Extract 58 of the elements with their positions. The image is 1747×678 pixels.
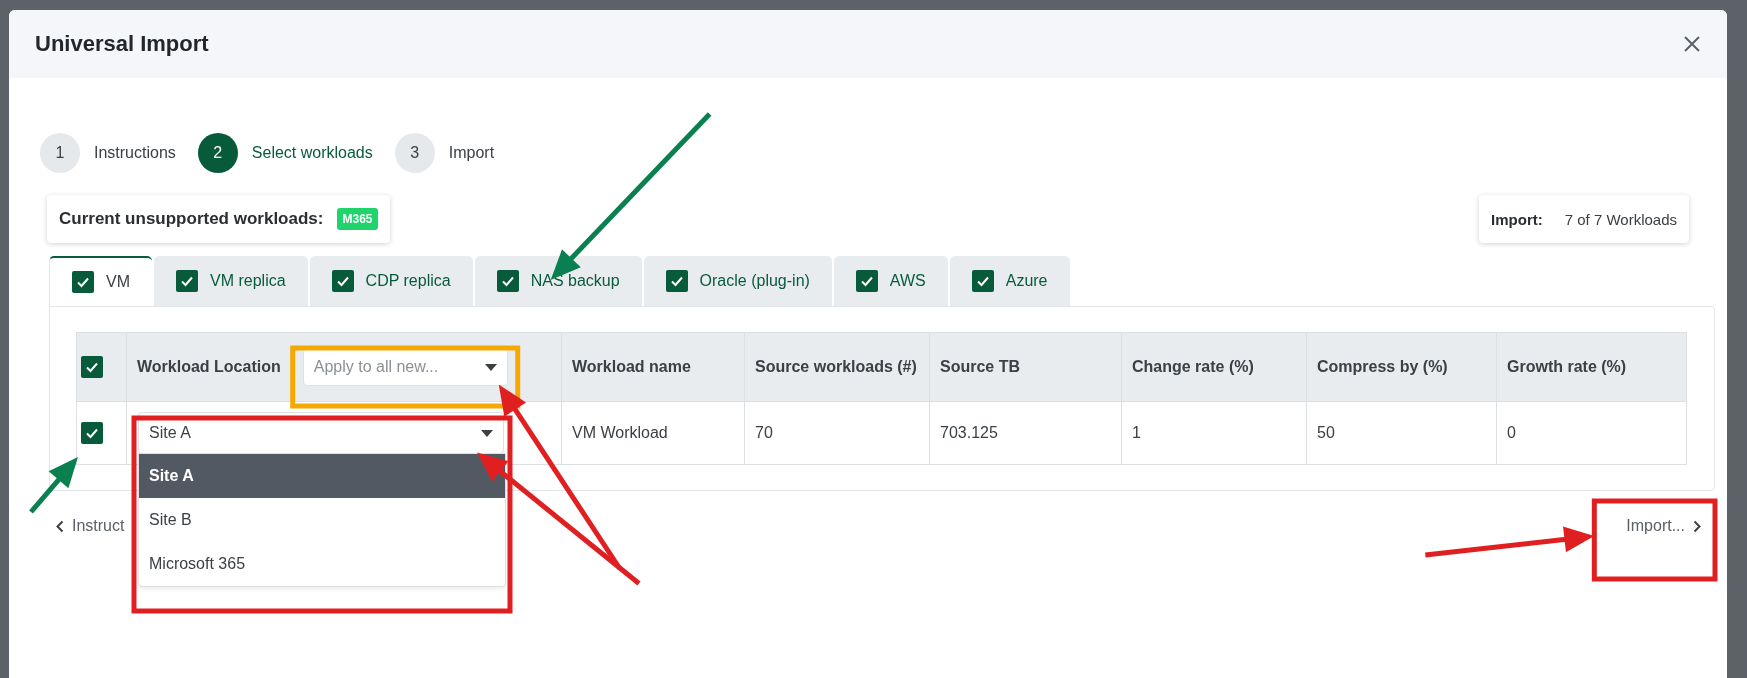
- checkbox[interactable]: [176, 270, 198, 292]
- step-label[interactable]: Import: [448, 144, 495, 162]
- tab[interactable]: VM: [49, 256, 152, 306]
- column-header: Growth rate (%): [1496, 332, 1687, 402]
- tab[interactable]: Oracle (plug-in): [643, 256, 832, 306]
- table-cell: 703.125: [929, 401, 1122, 465]
- checkbox[interactable]: [81, 356, 103, 378]
- checkbox[interactable]: [331, 270, 354, 292]
- summary-label: Import:: [1491, 210, 1543, 228]
- checkbox[interactable]: [496, 270, 519, 292]
- table-cell: 1: [1121, 401, 1307, 465]
- step-number[interactable]: 3: [394, 133, 435, 173]
- column-header: Compress by (%): [1306, 332, 1497, 402]
- chevron-right-icon: [1693, 519, 1701, 533]
- tab[interactable]: AWS: [833, 256, 948, 306]
- check-icon: [85, 426, 99, 440]
- step-number[interactable]: 2: [197, 133, 238, 173]
- tab[interactable]: CDP replica: [309, 256, 473, 306]
- tab[interactable]: Azure: [949, 256, 1070, 306]
- check-icon: [669, 274, 684, 288]
- next-link[interactable]: Import...: [1622, 511, 1705, 541]
- check-icon: [859, 274, 874, 288]
- check-icon: [180, 274, 194, 288]
- column-header: Workload Location: [137, 358, 281, 376]
- table-cell: 50: [1306, 401, 1497, 465]
- check-icon: [76, 275, 90, 289]
- table-cell: VM Workload: [561, 401, 745, 465]
- dropdown-option[interactable]: Site A: [139, 454, 505, 498]
- close-icon[interactable]: [1683, 35, 1701, 53]
- back-link[interactable]: Instruct: [52, 511, 129, 541]
- workload-tag: M365: [337, 208, 378, 230]
- summary-value: 7 of 7 Workloads: [1564, 210, 1677, 228]
- column-header: Source TB: [929, 332, 1122, 402]
- dropdown-option[interactable]: Site B: [139, 498, 505, 542]
- check-icon: [85, 360, 99, 374]
- caret-icon: [481, 429, 493, 437]
- check-icon: [500, 274, 515, 288]
- card-label: Current unsupported workloads:: [59, 209, 324, 229]
- step-label[interactable]: Select workloads: [251, 144, 373, 162]
- dropdown-option[interactable]: Microsoft 365: [139, 542, 505, 586]
- checkbox[interactable]: [665, 270, 688, 292]
- table-cell: 0: [1496, 401, 1687, 465]
- caret-icon: [484, 363, 497, 371]
- table-cell: 70: [744, 401, 930, 465]
- column-header: Source workloads (#): [744, 332, 930, 402]
- checkbox[interactable]: [72, 271, 94, 293]
- dialog-title: Universal Import: [35, 31, 209, 57]
- checkbox[interactable]: [855, 270, 878, 292]
- column-header: Change rate (%): [1121, 332, 1307, 402]
- step-number[interactable]: 1: [40, 133, 80, 173]
- checkbox[interactable]: [971, 270, 994, 292]
- check-icon: [975, 274, 990, 288]
- column-header: Workload name: [561, 332, 745, 402]
- checkbox[interactable]: [81, 422, 103, 444]
- check-icon: [335, 274, 350, 288]
- chevron-left-icon: [56, 519, 64, 533]
- step-label[interactable]: Instructions: [94, 144, 176, 162]
- tab[interactable]: VM replica: [154, 256, 308, 306]
